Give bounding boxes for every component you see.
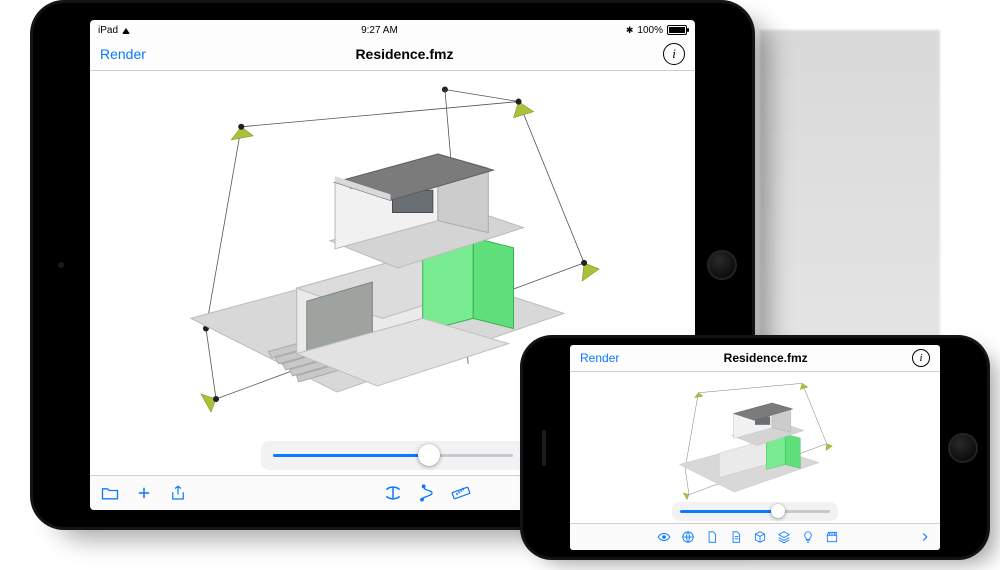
- section-slider[interactable]: [261, 441, 525, 469]
- ruler-icon[interactable]: [451, 483, 471, 503]
- iphone-home-button[interactable]: [948, 433, 978, 463]
- device-label: iPad: [98, 25, 118, 36]
- route-icon[interactable]: [417, 483, 437, 503]
- eye-icon[interactable]: [657, 530, 671, 544]
- slider-track: [273, 454, 513, 457]
- model-viewport[interactable]: [570, 372, 940, 523]
- nav-bar: Render Residence.fmz i: [90, 38, 695, 71]
- status-time: 9:27 AM: [361, 25, 398, 36]
- chevron-right-icon[interactable]: [918, 530, 932, 544]
- ipad-camera: [58, 262, 64, 268]
- section-slider[interactable]: [672, 502, 838, 520]
- slider-track: [680, 510, 830, 513]
- globe-icon[interactable]: [681, 530, 695, 544]
- nav-bar: Render Residence.fmz i: [570, 345, 940, 372]
- axis-icon[interactable]: [383, 483, 403, 503]
- drop-shadow: [760, 30, 940, 360]
- info-icon: i: [672, 46, 676, 62]
- iphone-speaker: [542, 430, 546, 466]
- info-button[interactable]: i: [912, 349, 930, 367]
- ipad-home-button[interactable]: [707, 250, 737, 280]
- layers-icon[interactable]: [777, 530, 791, 544]
- render-button[interactable]: Render: [580, 351, 619, 365]
- info-button[interactable]: i: [663, 43, 685, 65]
- plus-icon[interactable]: [134, 483, 154, 503]
- box-icon[interactable]: [753, 530, 767, 544]
- document-title: Residence.fmz: [724, 351, 808, 365]
- iphone-screen: Render Residence.fmz i: [570, 345, 940, 550]
- document-title: Residence.fmz: [355, 46, 453, 62]
- share-icon[interactable]: [168, 483, 188, 503]
- folder-icon[interactable]: [100, 483, 120, 503]
- battery-percent: 100%: [637, 25, 663, 36]
- info-icon: i: [919, 352, 922, 364]
- iphone-device: Render Residence.fmz i: [520, 335, 990, 560]
- doc-icon[interactable]: [705, 530, 719, 544]
- slider-thumb[interactable]: [771, 504, 785, 518]
- render-button[interactable]: Render: [100, 46, 146, 62]
- slider-thumb[interactable]: [418, 444, 440, 466]
- bulb-icon[interactable]: [801, 530, 815, 544]
- wifi-icon: [122, 26, 133, 34]
- model-canvas: [570, 372, 940, 523]
- battery-icon: [667, 25, 687, 35]
- toolbar: [570, 523, 940, 550]
- clap-icon[interactable]: [825, 530, 839, 544]
- doc2-icon[interactable]: [729, 530, 743, 544]
- status-bar: iPad 9:27 AM ✱ 100%: [90, 20, 695, 38]
